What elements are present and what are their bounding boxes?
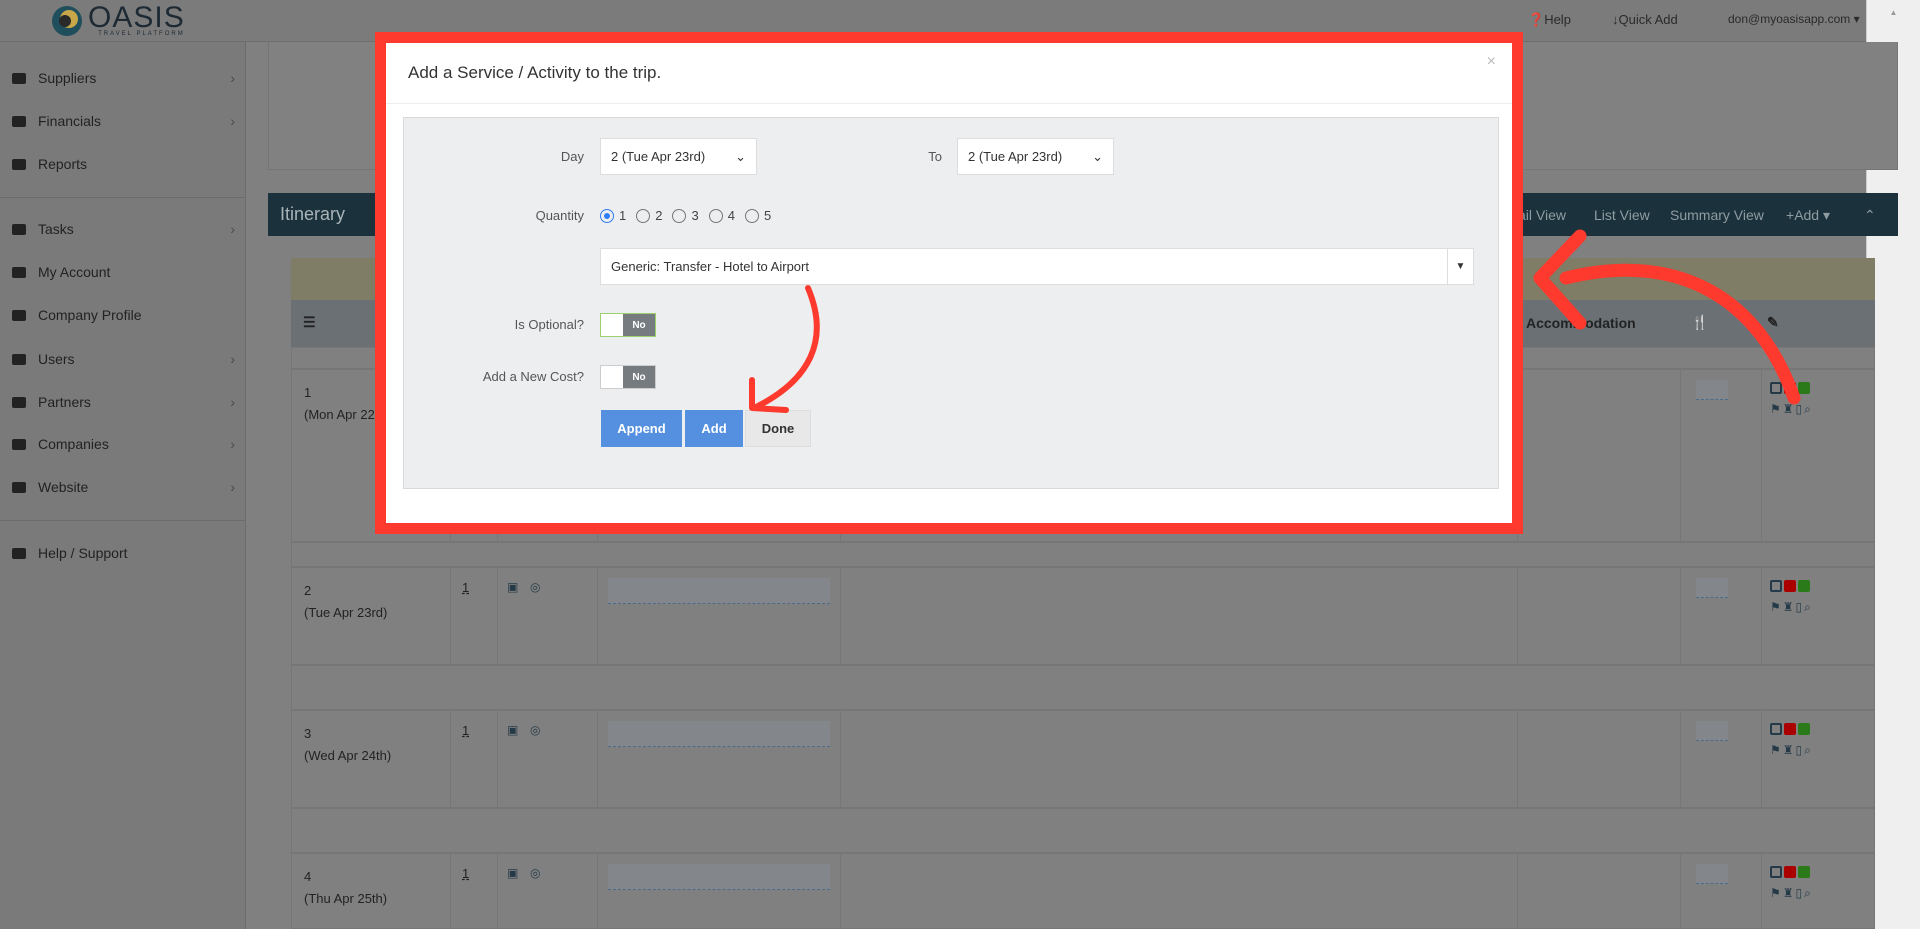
arrow-to-add-button	[753, 285, 820, 410]
annotation-arrows	[749, 229, 1801, 413]
arrow-to-service-select	[1559, 263, 1801, 405]
